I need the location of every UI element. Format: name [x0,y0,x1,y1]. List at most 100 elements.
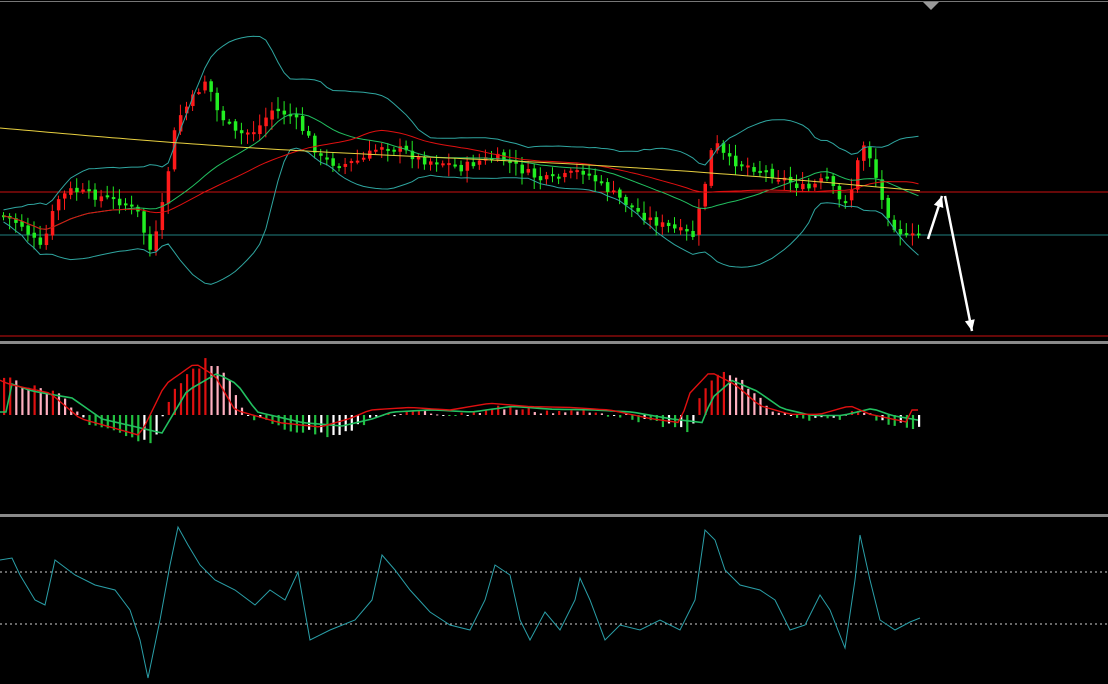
panel-separator-1 [0,341,1108,344]
macd-histogram-bar [222,372,225,415]
macd-histogram-bar [911,415,915,430]
macd-histogram-bar [503,409,506,415]
candle-body [99,196,104,202]
macd-histogram-bar [619,415,622,418]
macd-histogram-bar [478,413,481,415]
macd-histogram-bar [594,412,597,415]
candle-body [648,217,653,220]
candle-body [630,205,634,208]
macd-histogram-bar [576,411,579,415]
candle-body [776,179,781,182]
candle-body [154,231,158,251]
candle-body [477,160,482,165]
candle-body [313,135,317,153]
macd-histogram-bar [430,413,433,415]
candle-body [569,170,573,173]
candle-body [532,168,537,178]
macd-histogram-bar [436,414,439,416]
macd-histogram-bar [405,411,408,415]
macd-histogram-bar [753,393,756,415]
candle-body [752,167,756,172]
candle-body [459,164,463,172]
macd-histogram-bar [527,407,530,415]
macd-histogram-bar [918,415,921,427]
macd-histogram-bar [497,405,500,415]
candle-body [666,222,671,227]
macd-histogram-bar [698,398,701,415]
macd-histogram-bar [454,415,457,416]
candle-body [69,188,73,195]
candle-body [81,189,85,192]
candle-body [624,196,628,206]
candle-body [734,155,738,167]
macd-histogram-bar [204,358,207,415]
candle-body [130,204,134,207]
macd-histogram-bar [27,387,30,415]
macd-histogram-bar [588,412,591,415]
candle-body [87,189,91,192]
macd-histogram-bar [466,415,469,416]
macd-histogram-bar [314,415,317,435]
candle-body [831,176,836,187]
candle-body [441,163,445,166]
candle-body [636,208,640,212]
candle-body [142,211,146,233]
macd-histogram-bar [533,412,536,415]
candle-body [520,164,524,174]
candle-body [764,170,768,173]
candle-body [26,225,30,235]
macd-histogram-bar [564,412,567,415]
candle-body [246,132,250,135]
candle-body [685,229,689,232]
candle-body [32,232,36,238]
macd-histogram-bar [393,415,396,417]
macd-histogram-bar [442,415,445,416]
candle-body [758,170,762,173]
candle-body [258,125,262,135]
candle-body [197,92,201,95]
macd-histogram-bar [521,409,524,415]
candle-body [422,156,427,165]
candle-body [740,164,744,167]
candle-body [849,189,854,201]
macd-histogram-bar [186,374,189,415]
chart-canvas [0,0,1108,684]
macd-histogram-bar [45,392,48,415]
candle-body [203,81,207,91]
candle-body [282,110,287,115]
candle-body [38,237,43,245]
candle-body [300,115,305,131]
candle-body [111,197,116,200]
candle-body [679,227,683,231]
candle-body [563,172,567,178]
candle-body [56,199,61,211]
candle-body [526,168,531,173]
candle-body [904,233,909,236]
candle-body [673,224,677,229]
macd-histogram-bar [88,415,91,425]
macd-histogram-bar [777,412,780,415]
candle-body [386,148,390,151]
candle-body [44,233,49,246]
candle-body [227,121,232,124]
candle-body [465,161,470,171]
macd-histogram-bar [375,415,378,417]
macd-histogram-bar [301,415,305,433]
candle-body [544,175,549,180]
candle-body [429,161,433,165]
candle-body [538,176,543,181]
macd-histogram-bar [228,380,231,415]
macd-histogram-bar [771,411,774,415]
candle-body [605,182,610,192]
panel-separator-2 [0,514,1108,517]
macd-histogram-bar [716,374,719,415]
candle-body [63,193,67,199]
candle-body [331,158,335,166]
candle-body [551,174,555,177]
macd-histogram-bar [82,415,85,418]
macd-histogram-bar [234,395,237,415]
candle-body [642,212,646,221]
candle-body [557,176,561,179]
candle-body [746,165,750,168]
candle-body [374,149,378,152]
